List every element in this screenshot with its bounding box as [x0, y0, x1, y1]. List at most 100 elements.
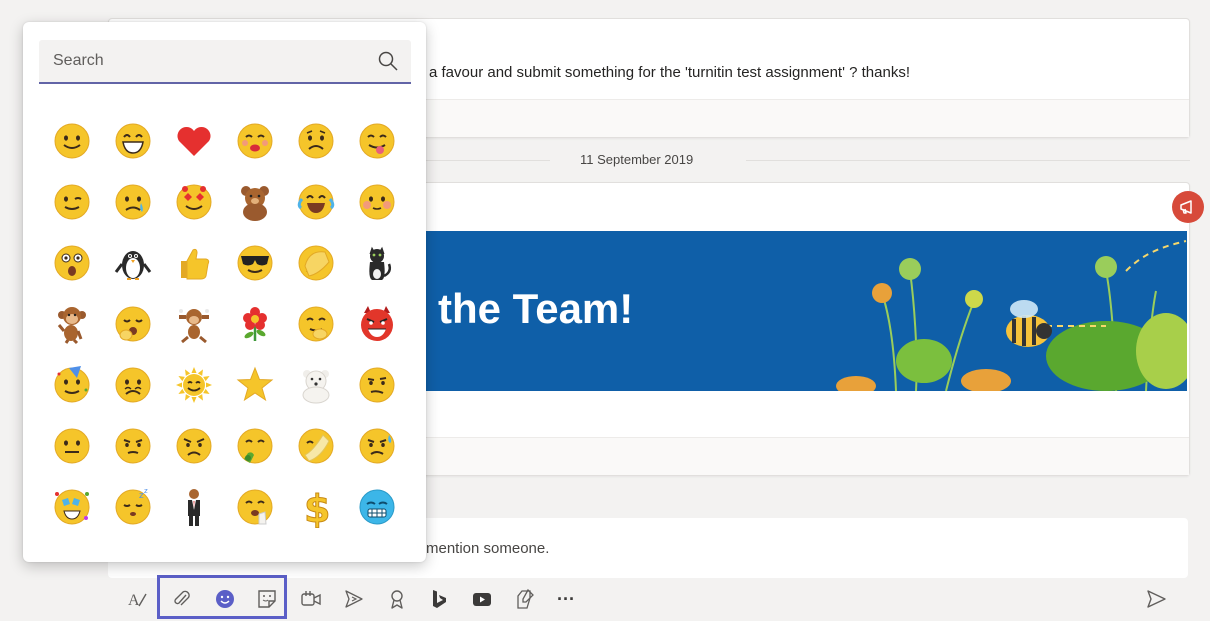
cry-icon: [115, 184, 150, 219]
send-forward-icon[interactable]: [341, 586, 367, 612]
emoji-grid: z z $: [41, 110, 407, 537]
bing-icon[interactable]: [426, 586, 452, 612]
bear-icon: [240, 185, 269, 221]
emoji-sick[interactable]: [224, 415, 285, 476]
monkey-icon: [57, 306, 86, 344]
bling-icon: [54, 489, 89, 524]
stop-icon: [237, 489, 272, 524]
emoji-thumbs-up[interactable]: [163, 232, 224, 293]
emoji-thinking[interactable]: [102, 415, 163, 476]
emoji-blush[interactable]: [346, 171, 407, 232]
sweating-icon: [359, 428, 394, 463]
emoji-cool[interactable]: [224, 232, 285, 293]
emoji-laugh-crying[interactable]: [285, 171, 346, 232]
emoji-sun[interactable]: [163, 354, 224, 415]
surprised-icon: [54, 245, 89, 280]
frozen-icon: [359, 489, 394, 524]
emoji-star[interactable]: [224, 354, 285, 415]
emoji-devil[interactable]: [346, 293, 407, 354]
giggle-icon: [298, 306, 333, 341]
emoji-frozen[interactable]: [346, 476, 407, 537]
youtube-icon[interactable]: [469, 586, 495, 612]
format-icon[interactable]: A: [125, 586, 151, 612]
smile-icon: [54, 123, 89, 158]
emoji-yawn[interactable]: [102, 293, 163, 354]
separator-line-right: [746, 160, 1190, 161]
emoji-cat[interactable]: [346, 232, 407, 293]
send-icon[interactable]: [1143, 586, 1169, 612]
tongue-out-icon: [359, 123, 394, 158]
penguin-icon: [114, 250, 151, 280]
emoji-hear-no-evil-monkey[interactable]: [163, 293, 224, 354]
emoji-cash[interactable]: $: [285, 476, 346, 537]
emoji-wondering[interactable]: [285, 415, 346, 476]
emoji-angry[interactable]: [163, 415, 224, 476]
sick-icon: [237, 428, 272, 463]
kiss-icon: [237, 123, 272, 158]
angry-icon: [176, 428, 211, 463]
blush-icon: [359, 184, 394, 219]
date-separator: 11 September 2019: [420, 150, 1190, 170]
emoji-wink[interactable]: [41, 171, 102, 232]
emoji-stop[interactable]: [224, 476, 285, 537]
emoji-surprised[interactable]: [41, 232, 102, 293]
more-label: ···: [557, 588, 575, 609]
emoji-flower[interactable]: [224, 293, 285, 354]
svg-text:z: z: [144, 487, 148, 495]
thumbs-up-icon: [180, 248, 209, 279]
toolbar-highlight-box: [157, 575, 287, 619]
emoji-speechless[interactable]: [41, 415, 102, 476]
emoji-giggle[interactable]: [285, 293, 346, 354]
meet-icon[interactable]: [298, 586, 324, 612]
emoji-sweating[interactable]: [346, 415, 407, 476]
more-icon[interactable]: ···: [553, 586, 579, 612]
sleepy-icon: zz: [115, 487, 150, 524]
hear-no-evil-monkey-icon: [178, 308, 209, 343]
yawn-icon: [115, 306, 150, 341]
sad-icon: [298, 123, 333, 158]
emoji-polar-bear[interactable]: [285, 354, 346, 415]
date-label: 11 September 2019: [580, 152, 694, 167]
compose-placeholder: mention someone.: [426, 540, 550, 557]
cash-icon: $: [303, 486, 330, 528]
emoji-kiss[interactable]: [224, 110, 285, 171]
emoji-businessman[interactable]: [163, 476, 224, 537]
megaphone-icon: [1180, 200, 1192, 214]
emoji-penguin[interactable]: [102, 232, 163, 293]
emoji-bling[interactable]: [41, 476, 102, 537]
announcement-banner: the Team!: [426, 231, 1187, 391]
separator-line-left: [420, 160, 550, 161]
heart-icon: [176, 126, 211, 156]
emoji-smile[interactable]: [41, 110, 102, 171]
whiteboard-icon[interactable]: [512, 586, 538, 612]
emoji-laugh[interactable]: [102, 110, 163, 171]
cat-icon: [368, 246, 391, 280]
emoji-sleepy[interactable]: zz: [102, 476, 163, 537]
emoji-heart[interactable]: [163, 110, 224, 171]
emoji-bear[interactable]: [224, 171, 285, 232]
svg-text:$: $: [304, 487, 330, 528]
emoji-cry[interactable]: [102, 171, 163, 232]
emoji-in-love[interactable]: [163, 171, 224, 232]
thinking-icon: [115, 428, 150, 463]
emoji-tongue-out[interactable]: [346, 110, 407, 171]
wondering-icon: [298, 428, 333, 463]
emoji-facepalm[interactable]: [285, 232, 346, 293]
emoji-sad[interactable]: [285, 110, 346, 171]
emoji-sad-face[interactable]: [102, 354, 163, 415]
businessman-icon: [187, 488, 200, 526]
emoji-search-box: [39, 40, 411, 84]
emoji-party[interactable]: [41, 354, 102, 415]
flower-icon: [242, 306, 267, 341]
cool-icon: [237, 245, 272, 280]
search-icon[interactable]: [377, 50, 399, 72]
skeptical-icon: [359, 367, 394, 402]
emoji-skeptical[interactable]: [346, 354, 407, 415]
emoji-monkey[interactable]: [41, 293, 102, 354]
star-icon: [236, 366, 273, 401]
svg-text:A: A: [128, 592, 140, 609]
praise-icon[interactable]: [384, 586, 410, 612]
announcement-icon: [1172, 191, 1204, 223]
emoji-search-input[interactable]: [39, 40, 373, 82]
wink-icon: [54, 184, 89, 219]
